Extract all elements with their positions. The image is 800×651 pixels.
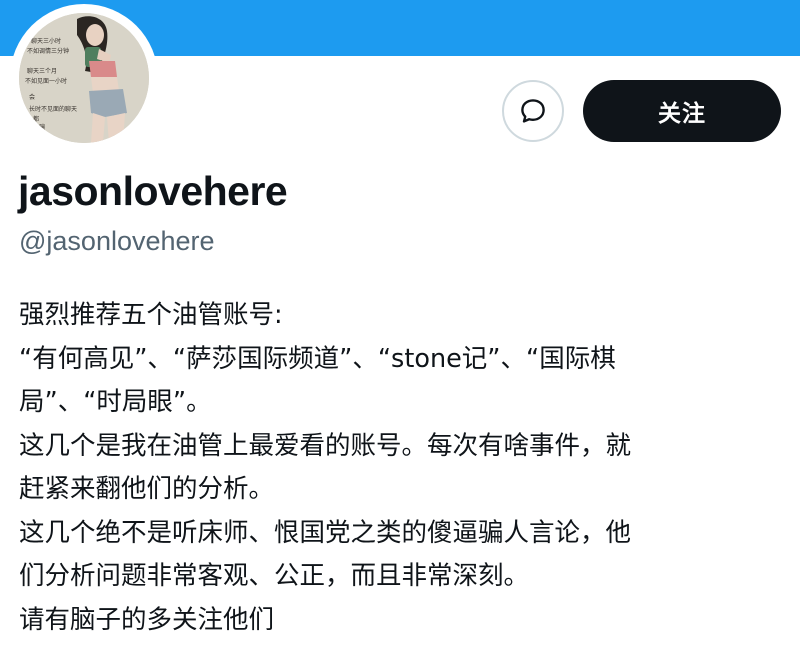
avatar[interactable]: 聊天三小时 不如调情三分钟 聊天三个月 不如见面一小时 会 长时不见面的聊天 都… [19, 13, 149, 143]
chat-bubble-icon [521, 99, 545, 123]
avatar-illustration: 聊天三小时 不如调情三分钟 聊天三个月 不如见面一小时 会 长时不见面的聊天 都… [19, 13, 149, 143]
bio-line: 这几个是我在油管上最爱看的账号。每次有啥事件，就 [19, 430, 632, 461]
avatar-text-1: 聊天三小时 [31, 37, 61, 45]
avatar-text-5: 会 [29, 93, 35, 101]
bio-line: 请有脑子的多关注他们 [19, 604, 275, 635]
avatar-text-2: 不如调情三分钟 [27, 47, 69, 55]
profile-bio: 强烈推荐五个油管账号: “有何高见”、“萨莎国际频道”、“stone记”、“国际… [19, 294, 789, 642]
bio-line: 这几个绝不是听床师、恨国党之类的傻逼骗人言论，他 [19, 517, 632, 548]
bio-line: 们分析问题非常客观、公正，而且非常深刻。 [19, 561, 530, 591]
bio-line: 局”、“时局眼”。 [19, 387, 212, 417]
message-button[interactable] [502, 80, 564, 142]
avatar-text-6: 长时不见面的聊天 [29, 105, 77, 113]
follow-button[interactable]: 关注 [583, 80, 781, 142]
avatar-text-3: 聊天三个月 [27, 67, 57, 75]
bio-line: 强烈推荐五个油管账号: [19, 300, 283, 330]
bio-line: “有何高见”、“萨莎国际频道”、“stone记”、“国际棋 [19, 343, 616, 374]
avatar-text-4: 不如见面一小时 [25, 77, 67, 85]
user-handle: @jasonlovehere [19, 226, 215, 256]
display-name: jasonlovehere [18, 168, 288, 214]
bio-line: 赶紧来翻他们的分析。 [19, 474, 275, 504]
